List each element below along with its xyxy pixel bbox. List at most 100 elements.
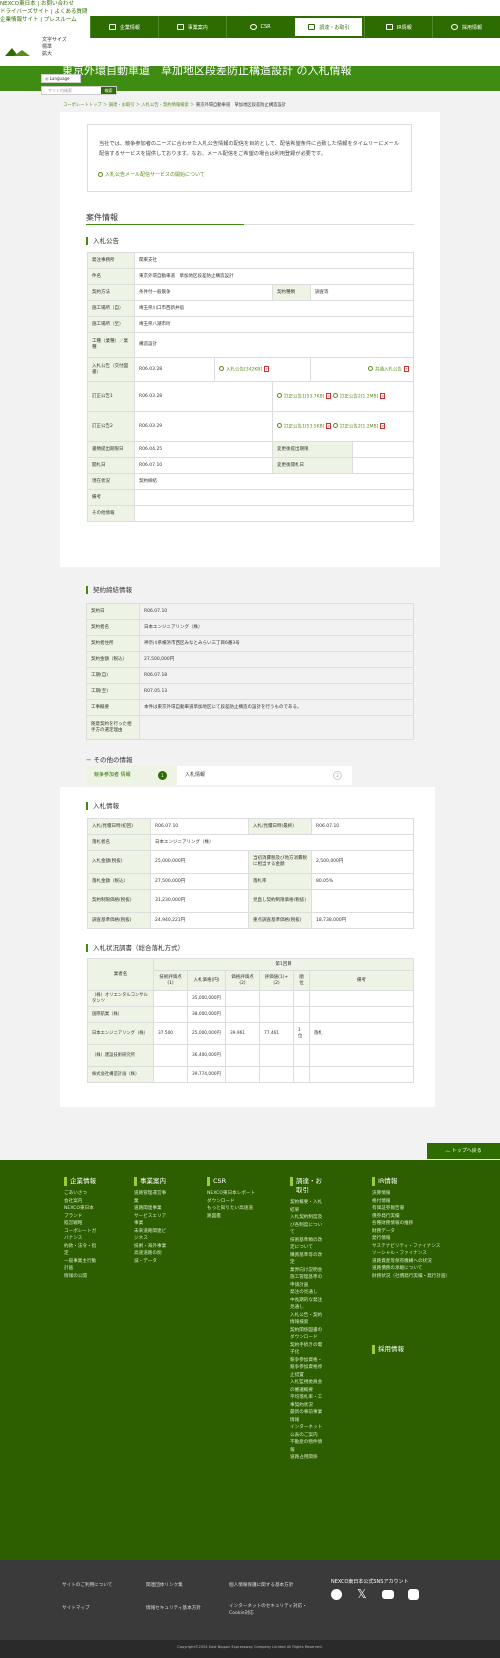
- footer-link[interactable]: サステナビリティ・ファイナンス: [372, 1243, 454, 1251]
- util-line-2[interactable]: ドライバーズサイト | よくある質問: [0, 8, 90, 16]
- footer-link[interactable]: 競争参加資格・競争参加資格停止措置: [290, 1357, 326, 1380]
- footer-link[interactable]: 約款・法令・指定: [64, 1243, 98, 1258]
- tab-label: 競争参加者 情報: [94, 772, 131, 778]
- tab-participants[interactable]: 競争参加者 情報 1: [86, 766, 177, 785]
- footer-link[interactable]: 個人情報保護に関する基本方針: [229, 1582, 293, 1588]
- language-select[interactable]: ◎ Language: [41, 74, 81, 83]
- footer-heading[interactable]: 事業案内: [140, 1177, 166, 1186]
- footer-link[interactable]: 契約概要・入札結果: [290, 1199, 326, 1214]
- footer-link[interactable]: 債券発行実績: [372, 1213, 454, 1221]
- footer-link[interactable]: 情報セキュリティ基本方針: [146, 1605, 201, 1611]
- footer-link[interactable]: コーポレートガバナンス: [64, 1228, 98, 1243]
- util-line-3[interactable]: 企業情報サイト | プレスルーム: [0, 16, 90, 24]
- footer-link[interactable]: 施工管理基準の申請計画: [290, 1274, 326, 1289]
- footer-link[interactable]: 業界向け説明会: [290, 1267, 326, 1275]
- footer-link[interactable]: 契約手続きの電子化: [290, 1342, 326, 1357]
- footer-link[interactable]: 入札契約制度及び各制度について: [290, 1214, 326, 1237]
- footer-link[interactable]: NEXCO東日本ブランド: [64, 1205, 98, 1220]
- breadcrumb-item[interactable]: 入札公告・契約情報検索: [142, 103, 189, 108]
- footer-heading[interactable]: 採用情報: [378, 1345, 404, 1354]
- notice-pdf-link[interactable]: 入札公告[342KB] P: [214, 357, 311, 382]
- facebook-icon[interactable]: [331, 1589, 342, 1600]
- nav-corporate[interactable]: 企業情報: [90, 16, 158, 38]
- footer-link[interactable]: 技術基準類の改定について: [290, 1237, 326, 1252]
- footer-link[interactable]: 経営戦略: [64, 1220, 98, 1228]
- footer-link[interactable]: サイトマップ: [62, 1605, 90, 1611]
- common-notice-link[interactable]: 共通入札公告 P: [309, 357, 415, 382]
- back-to-top-button[interactable]: ︿ トップへ戻る: [427, 1143, 500, 1159]
- footer-link[interactable]: 道路管理運営事業: [134, 1190, 170, 1205]
- footer-link[interactable]: ソーシャル・ファイナンス: [372, 1250, 454, 1258]
- footer-link[interactable]: 一般事業主行動計画: [64, 1258, 98, 1273]
- correction2-links[interactable]: 訂正公告1[53.5KB] P 訂正公告2[1.2MB] P: [271, 411, 415, 442]
- arrow-circle-icon: [368, 366, 374, 372]
- table-row: （株）オリエンタルコンサルタンツ 35,000,000円: [87, 990, 415, 1007]
- breadcrumb-item[interactable]: 調達・お取引: [109, 103, 135, 108]
- footer-link[interactable]: 情報の公開: [64, 1273, 98, 1281]
- footer-link[interactable]: 購買基準等の改定: [290, 1252, 326, 1267]
- footer-link[interactable]: 高速道路の削減・データ: [134, 1250, 170, 1265]
- cell-label: 変更後提出期限: [272, 441, 353, 458]
- footer-link[interactable]: もっと知りたい高速道路図鑑: [207, 1205, 257, 1220]
- footer-link[interactable]: 各種財務情報の推移: [372, 1220, 454, 1228]
- footer-link[interactable]: 決算情報: [372, 1190, 454, 1198]
- footer-link[interactable]: 発行情報: [372, 1235, 454, 1243]
- footer-link[interactable]: 道路関連事業: [134, 1205, 170, 1213]
- cell-label: 発注事務所: [87, 252, 135, 269]
- footer-link[interactable]: 中長期的な発注見通し: [290, 1297, 326, 1312]
- footer-heading[interactable]: CSR: [213, 1177, 226, 1186]
- footer-link[interactable]: 道路占用関係: [290, 1454, 326, 1462]
- search-button[interactable]: 検索: [101, 87, 116, 94]
- cell-label: 施工場所（自）: [87, 300, 135, 317]
- footer-link[interactable]: インターネットのセキュリティ対応・Cookie対応: [229, 1603, 307, 1617]
- tab-label: 入札情報: [185, 772, 206, 778]
- font-size-large[interactable]: 拡大: [42, 51, 67, 58]
- tab-bid-info[interactable]: 入札情報 2: [177, 766, 352, 785]
- footer-link[interactable]: 財務データ: [372, 1228, 454, 1236]
- footer-link[interactable]: 技術・海外事業: [134, 1243, 170, 1251]
- cell-value: 27,500,000円: [150, 873, 249, 890]
- footer-link[interactable]: 入札公告・契約情報検索: [290, 1312, 326, 1327]
- nav-business[interactable]: 事業案内: [157, 16, 226, 38]
- utility-links[interactable]: NEXCO東日本 | お問い合わせ ドライバーズサイト | よくある質問 企業情…: [0, 0, 90, 24]
- cell: [293, 1044, 310, 1067]
- footer-link[interactable]: 格付情報: [372, 1198, 454, 1206]
- footer-link[interactable]: 有価証券報告書: [372, 1205, 454, 1213]
- footer-link[interactable]: 会社案内: [64, 1198, 98, 1206]
- footer-link[interactable]: 不動産の物件情報: [290, 1439, 326, 1454]
- footer-link[interactable]: 未来道路関連ビジネス: [134, 1228, 170, 1243]
- breadcrumb-item[interactable]: コーポレートトップ: [63, 103, 102, 108]
- nav-csr[interactable]: CSR: [225, 16, 294, 38]
- footer-link[interactable]: 道路債務の承継について: [372, 1265, 454, 1273]
- tab-number: 1: [158, 771, 167, 780]
- nav-ir[interactable]: IR情報: [364, 16, 432, 38]
- youtube-icon[interactable]: [382, 1590, 394, 1599]
- instagram-icon[interactable]: [408, 1589, 419, 1600]
- footer-link[interactable]: ごあいさつ: [64, 1190, 98, 1198]
- footer-link[interactable]: 関連団体リンク集: [146, 1582, 183, 1588]
- footer-link[interactable]: 平均落札率・工事契約状況: [290, 1394, 326, 1409]
- footer-link[interactable]: 入札監視委員会の審議概要: [290, 1379, 326, 1394]
- footer-link[interactable]: サービスエリア事業: [134, 1213, 170, 1228]
- cell-label: 備考: [87, 489, 135, 506]
- footer-link[interactable]: 財務状況（社債発行実績・発行計画）: [372, 1273, 454, 1281]
- correction1-links[interactable]: 訂正公告1[53.7KB] P 訂正公告2[1.2MB] P: [271, 381, 415, 412]
- footer-heading[interactable]: 調達・お取引: [296, 1177, 326, 1195]
- footer-link[interactable]: 道路資産等保有機構への状況: [372, 1258, 454, 1266]
- footer-link[interactable]: 契約関係図書のダウンロード: [290, 1327, 326, 1342]
- nav-recruit[interactable]: 採用情報: [432, 16, 500, 38]
- font-size-standard[interactable]: 標準: [42, 44, 67, 51]
- footer-link[interactable]: 最新の事前事業情報: [290, 1409, 326, 1424]
- footer-link[interactable]: インターネット公表のご案内: [290, 1424, 326, 1439]
- footer-heading[interactable]: 企業情報: [70, 1177, 96, 1186]
- footer-link[interactable]: サイトのご利用について: [62, 1582, 112, 1588]
- x-twitter-icon[interactable]: 𝕏: [357, 1587, 367, 1601]
- footer-heading[interactable]: IR情報: [378, 1177, 397, 1186]
- footer-link[interactable]: 発注の見通し: [290, 1289, 326, 1297]
- nav-procurement[interactable]: 調達・お取引: [295, 18, 363, 36]
- nexco-logo[interactable]: [4, 46, 34, 58]
- util-line-1[interactable]: NEXCO東日本 | お問い合わせ: [0, 0, 90, 8]
- mail-service-link[interactable]: 入札公告メール配信サービスの開始について: [98, 171, 205, 178]
- footer-link[interactable]: NEXCO東日本レポートダウンロード: [207, 1190, 257, 1205]
- cell-label: 工事概要: [86, 699, 140, 716]
